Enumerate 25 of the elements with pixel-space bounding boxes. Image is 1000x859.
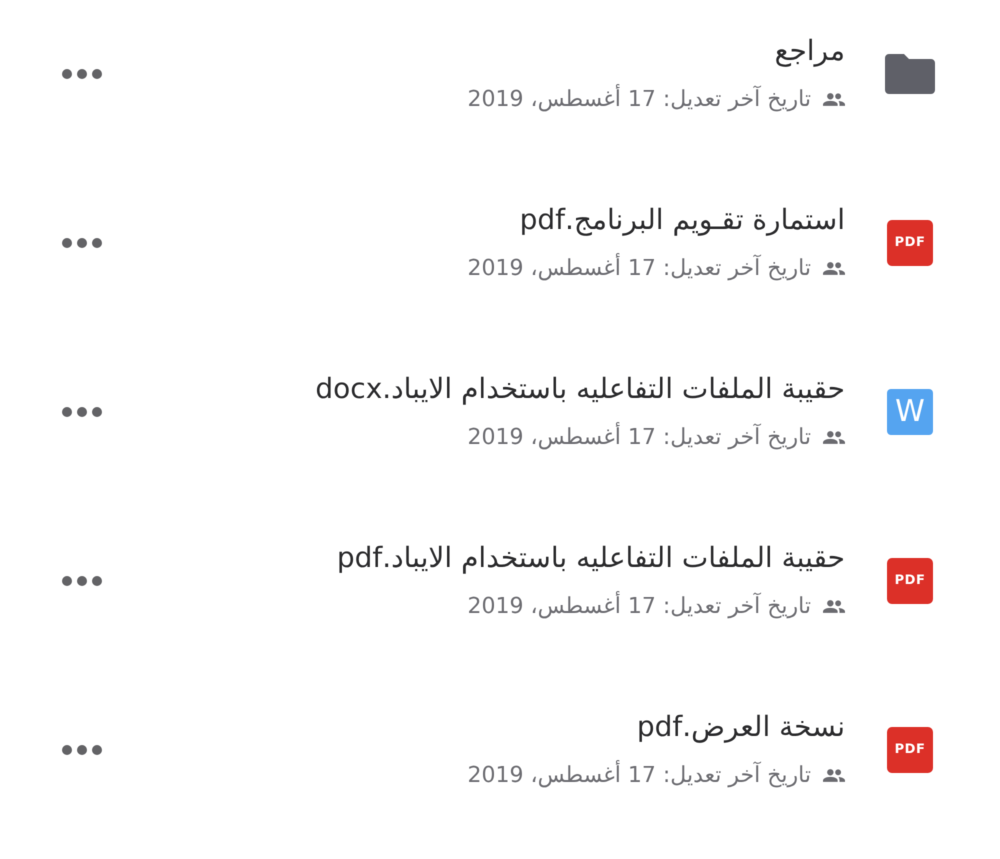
more-button[interactable] — [62, 68, 102, 78]
more-button[interactable] — [62, 576, 102, 586]
file-name: مراجع — [774, 32, 845, 69]
more-icon — [62, 406, 102, 416]
more-button[interactable] — [62, 744, 102, 754]
more-icon — [62, 68, 102, 78]
pdf-file-icon: PDF — [887, 558, 933, 604]
pdf-file-icon: PDF — [887, 726, 933, 772]
modified-date: تاريخ آخر تعديل: 17 أغسطس، 2019 — [467, 590, 811, 624]
modified-date: تاريخ آخر تعديل: 17 أغسطس، 2019 — [467, 420, 811, 454]
modified-date: تاريخ آخر تعديل: 17 أغسطس، 2019 — [467, 758, 811, 792]
file-name: نسخة العرض.pdf — [636, 708, 845, 745]
pdf-file-icon: PDF — [887, 220, 933, 266]
modified-date: تاريخ آخر تعديل: 17 أغسطس، 2019 — [467, 252, 811, 286]
more-icon — [62, 576, 102, 586]
modified-date: تاريخ آخر تعديل: 17 أغسطس، 2019 — [467, 82, 811, 116]
more-button[interactable] — [62, 238, 102, 248]
more-icon — [62, 238, 102, 248]
file-name: حقيبة الملفات التفاعليه باستخدام الايباد.pdf — [336, 540, 845, 576]
folder-icon — [885, 54, 935, 94]
more-icon — [62, 744, 102, 754]
file-name: حقيبة الملفات التفاعليه باستخدام الايباد.docx — [315, 370, 845, 407]
word-file-icon: W — [887, 388, 933, 434]
more-button[interactable] — [62, 406, 102, 416]
file-name: استمارة تقـويم البرنامج.pdf — [520, 202, 845, 238]
